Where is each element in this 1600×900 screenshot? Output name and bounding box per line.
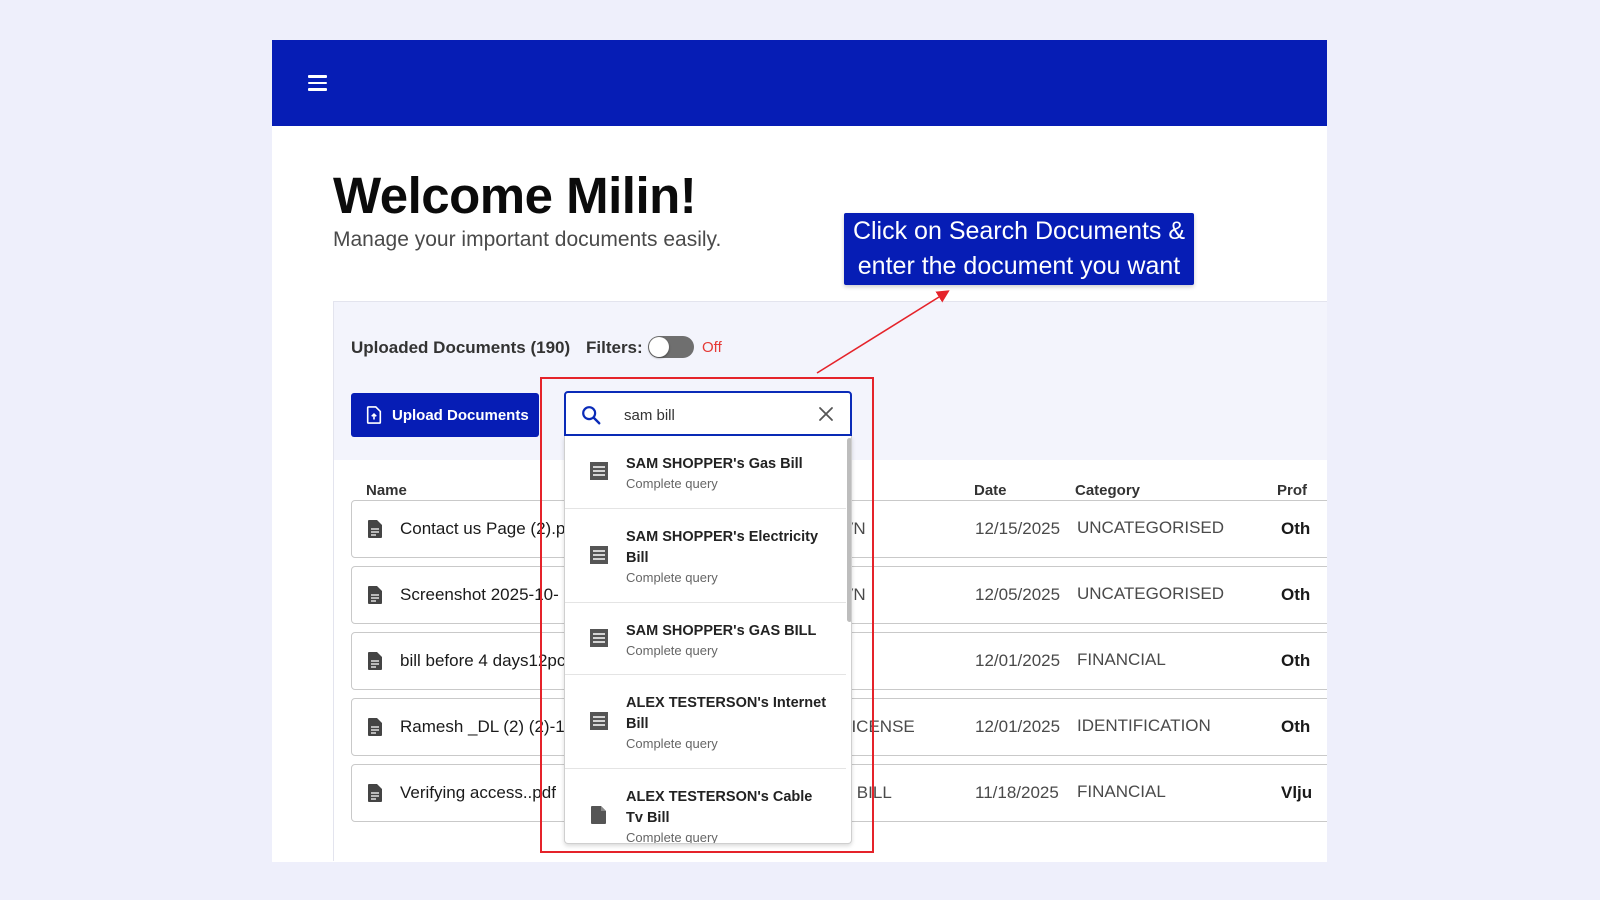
document-date: 12/15/2025	[975, 519, 1061, 538]
column-header-date[interactable]: Date	[974, 482, 1007, 499]
document-date: 12/01/2025	[975, 717, 1061, 736]
document-icon	[368, 718, 382, 736]
document-icon	[368, 784, 382, 802]
list-document-icon	[590, 712, 608, 730]
search-icon	[582, 406, 601, 425]
document-profile: Oth	[1281, 717, 1311, 736]
suggestion-subtitle: Complete query	[626, 736, 718, 751]
document-profile: Vlju	[1281, 783, 1313, 802]
upload-button-label: Upload Documents	[392, 406, 529, 424]
suggestion-item[interactable]: SAM SHOPPER's Gas Bill Complete query	[565, 436, 846, 509]
search-input[interactable]	[624, 403, 804, 427]
document-name[interactable]: Verifying access..pdf	[400, 783, 556, 803]
document-profile: Oth	[1281, 651, 1311, 670]
upload-file-icon	[366, 406, 382, 424]
filters-toggle[interactable]	[648, 336, 694, 358]
suggestion-item[interactable]: SAM SHOPPER's Electricity Bill Complete q…	[565, 509, 846, 603]
document-icon	[368, 586, 382, 604]
document-date: 12/01/2025	[975, 651, 1061, 670]
suggestion-subtitle: Complete query	[626, 830, 718, 844]
document-profile: Oth	[1281, 585, 1311, 604]
suggestion-title: SAM SHOPPER's Electricity Bill	[626, 529, 819, 566]
document-profile: Oth	[1281, 519, 1311, 538]
filters-state-label: Off	[702, 339, 722, 356]
page-title: Welcome Milin!	[333, 167, 697, 224]
list-document-icon	[590, 546, 608, 564]
document-date: 12/05/2025	[975, 585, 1061, 604]
toggle-knob	[649, 337, 669, 357]
annotation-callout: Click on Search Documents & enter the do…	[844, 213, 1194, 285]
uploaded-documents-count: Uploaded Documents (190)	[351, 338, 571, 357]
document-category: UNCATEGORISED	[1077, 584, 1225, 603]
column-header-profile[interactable]: Prof	[1277, 482, 1307, 499]
document-icon	[368, 652, 382, 670]
document-type: LICENSE	[842, 717, 915, 736]
top-app-bar	[272, 40, 1327, 126]
column-header-category[interactable]: Category	[1075, 482, 1140, 499]
menu-icon[interactable]	[308, 70, 334, 96]
document-name[interactable]: Contact us Page (2).p	[400, 519, 565, 539]
upload-documents-button[interactable]: Upload Documents	[351, 393, 539, 437]
document-category: UNCATEGORISED	[1077, 518, 1225, 537]
page-subtitle: Manage your important documents easily.	[333, 228, 722, 251]
suggestion-title: SAM SHOPPER's Gas Bill	[626, 456, 803, 472]
document-date: 11/18/2025	[975, 783, 1059, 802]
suggestion-subtitle: Complete query	[626, 476, 718, 491]
document-category: FINANCIAL	[1077, 782, 1166, 801]
document-icon	[368, 520, 382, 538]
document-category: FINANCIAL	[1077, 650, 1166, 669]
suggestion-title: SAM SHOPPER's GAS BILL	[626, 623, 817, 639]
document-name[interactable]: bill before 4 days12pc	[400, 651, 565, 671]
suggestions-scrollbar[interactable]	[847, 438, 851, 622]
suggestion-title: ALEX TESTERSON's Cable Tv Bill	[626, 789, 813, 826]
suggestion-subtitle: Complete query	[626, 643, 718, 658]
clear-search-icon[interactable]	[818, 406, 834, 422]
suggestion-item[interactable]: ALEX TESTERSON's Internet Bill Complete q…	[565, 675, 846, 769]
suggestion-subtitle: Complete query	[626, 570, 718, 585]
filters-label: Filters:	[586, 338, 643, 357]
callout-line-2: enter the document you want	[857, 252, 1181, 280]
suggestion-item[interactable]: ALEX TESTERSON's Cable Tv Bill Complete q…	[565, 769, 846, 844]
document-category: IDENTIFICATION	[1077, 716, 1211, 735]
document-name[interactable]: Screenshot 2025-10-	[400, 585, 559, 605]
column-header-name[interactable]: Name	[366, 482, 407, 499]
search-documents-field[interactable]	[564, 391, 852, 436]
search-suggestions-list: SAM SHOPPER's Gas Bill Complete query SAM …	[564, 436, 852, 844]
list-document-icon	[590, 629, 608, 647]
document-name[interactable]: Ramesh _DL (2) (2)-1	[400, 717, 565, 737]
list-document-icon	[590, 462, 608, 480]
file-icon	[591, 806, 606, 824]
suggestion-title: ALEX TESTERSON's Internet Bill	[626, 695, 827, 732]
suggestion-item[interactable]: SAM SHOPPER's GAS BILL Complete query	[565, 603, 846, 675]
callout-line-1: Click on Search Documents &	[852, 217, 1186, 245]
